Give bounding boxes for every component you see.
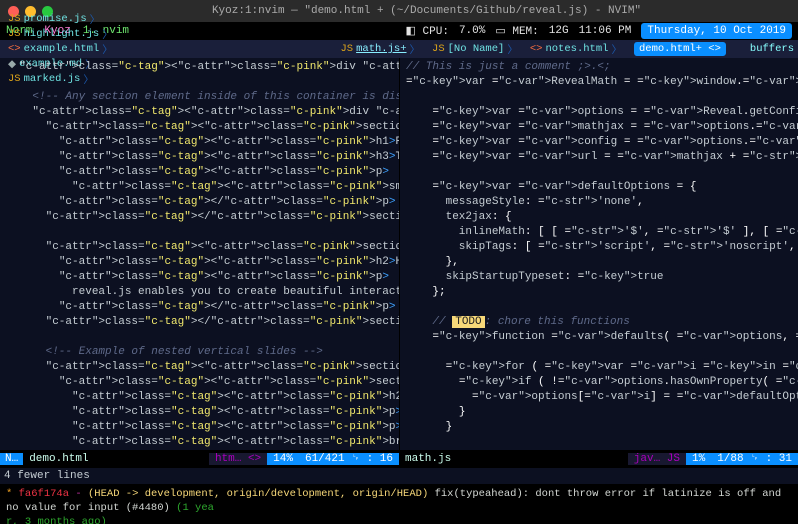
buffer-tab[interactable]: <>example.html〉 (4, 42, 117, 57)
filetype-icon: JS (432, 43, 445, 55)
filetype-icon: JS (8, 13, 21, 25)
right-filetype: jav… JS (628, 453, 686, 465)
git-log-line[interactable]: * fa6f174a - (HEAD -> development, origi… (6, 487, 792, 524)
buffer-tab[interactable]: JSpromise.js〉 (4, 12, 117, 27)
buffer-tab[interactable]: JS[No Name]〉 (428, 42, 522, 57)
vim-tabline: Norm Kyoz 1. nvim ◧ CPU: 7.0% ▭ MEM: 12G… (0, 22, 798, 40)
right-position: 1/88 ␊ : 31 (711, 453, 798, 465)
left-percent: 14% (267, 453, 299, 465)
date-badge: Thursday, 10 Oct 2019 (641, 23, 792, 39)
left-filename: demo.html (23, 453, 94, 465)
mem-label: ▭ MEM: (495, 24, 538, 38)
filetype-icon: <> (8, 43, 21, 55)
git-log-panel[interactable]: * fa6f174a - (HEAD -> development, origi… (0, 484, 798, 524)
command-message: 4 fewer lines (0, 468, 798, 484)
cpu-value: 7.0% (459, 25, 485, 37)
filetype-icon: <> (530, 43, 543, 55)
right-pane[interactable]: // This is just a comment ;>.<;="c-key">… (399, 58, 798, 450)
editor-panes: "c-attr">class="c-tag"><"c-attr">class="… (0, 58, 798, 450)
left-position: 61/421 ␊ : 16 (299, 453, 399, 465)
right-percent: 1% (686, 453, 711, 465)
filetype-icon: JS (340, 43, 353, 55)
window-title: Kyoz:1:nvim — "demo.html + (~/Documents/… (63, 5, 790, 17)
cpu-label: ◧ CPU: (406, 24, 449, 38)
buffer-tab[interactable]: <>notes.html〉 (526, 42, 626, 57)
buffer-tab[interactable]: demo.html+ <> (630, 42, 730, 56)
status-line: N… demo.html htm… <> 14% 61/421 ␊ : 16 m… (0, 450, 798, 468)
left-filetype: htm… <> (209, 453, 267, 465)
filetype-icon: JS (8, 28, 21, 40)
mem-value: 12G (549, 25, 569, 37)
window-titlebar: Kyoz:1:nvim — "demo.html + (~/Documents/… (0, 0, 798, 22)
buffer-line: JSpromise.js〉JShighlight.js〉<>example.ht… (0, 40, 798, 58)
buffers-label: buffers (730, 43, 794, 55)
left-mode-badge: N… (0, 453, 23, 465)
buffer-tab[interactable]: JSmath.js+〉 (336, 42, 424, 57)
right-filename: math.js (399, 453, 457, 465)
left-pane[interactable]: "c-attr">class="c-tag"><"c-attr">class="… (0, 58, 399, 450)
buffer-tab[interactable]: JShighlight.js〉 (4, 27, 117, 42)
clock: 11:06 PM (579, 25, 632, 37)
